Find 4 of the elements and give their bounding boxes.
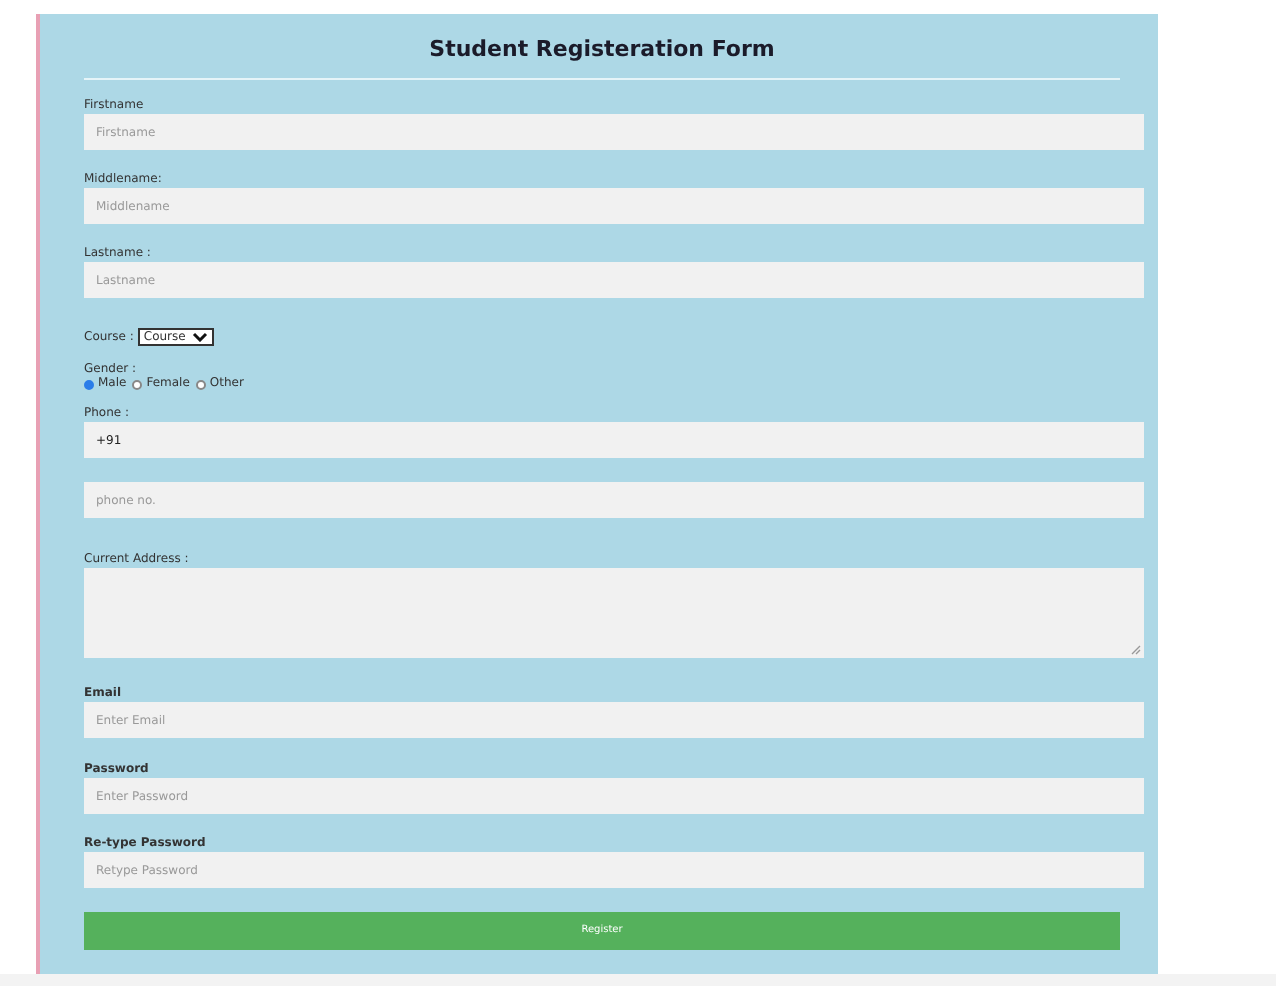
resize-handle-icon: [1130, 644, 1142, 656]
chevron-icon: [191, 332, 208, 342]
address-textarea[interactable]: [84, 568, 1144, 658]
form-title: Student Registeration Form: [427, 36, 777, 62]
